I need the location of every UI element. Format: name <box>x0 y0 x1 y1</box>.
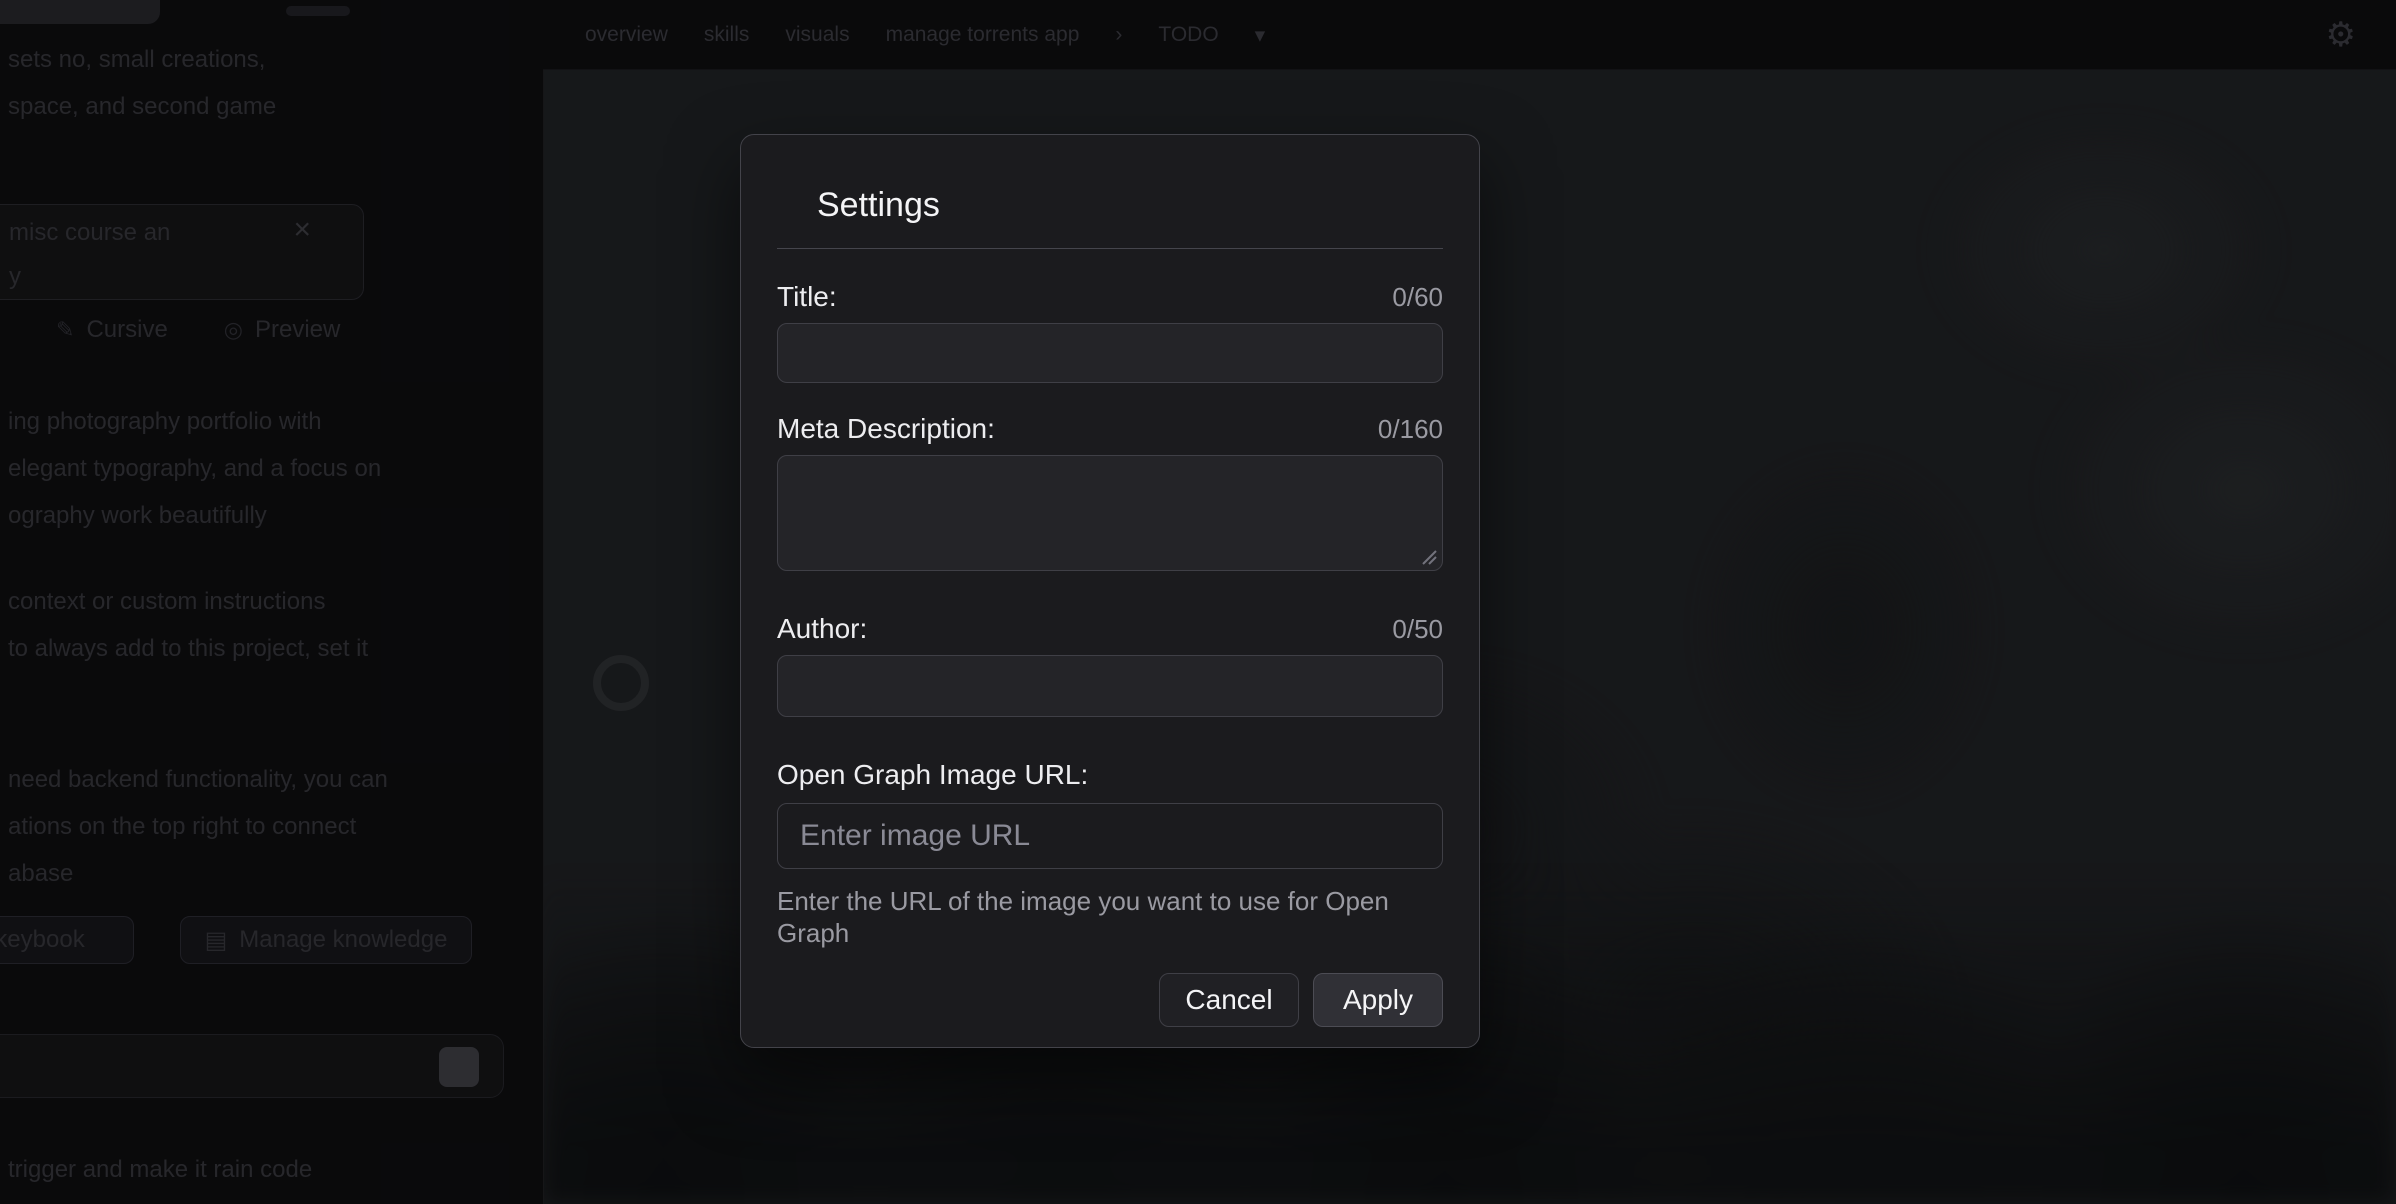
settings-dialog: Settings Title: 0/60 Meta Description: 0… <box>740 134 1480 1048</box>
app-window: sets no, small creations, space, and sec… <box>0 0 2396 1204</box>
og-image-url-helper: Enter the URL of the image you want to u… <box>777 885 1443 949</box>
meta-description-label: Meta Description: <box>777 413 995 445</box>
title-counter: 0/60 <box>1392 282 1443 313</box>
dialog-actions: Cancel Apply <box>777 973 1443 1027</box>
title-input[interactable] <box>777 323 1443 383</box>
meta-description-counter: 0/160 <box>1378 414 1443 445</box>
title-label: Title: <box>777 281 837 313</box>
author-input[interactable] <box>777 655 1443 717</box>
og-image-url-label: Open Graph Image URL: <box>777 759 1088 791</box>
dialog-divider <box>777 248 1443 249</box>
meta-description-textarea[interactable] <box>777 455 1443 571</box>
dialog-title: Settings <box>817 185 1443 226</box>
cancel-button[interactable]: Cancel <box>1159 973 1299 1027</box>
author-label: Author: <box>777 613 867 645</box>
apply-button[interactable]: Apply <box>1313 973 1443 1027</box>
author-counter: 0/50 <box>1392 614 1443 645</box>
og-image-url-input[interactable] <box>777 803 1443 869</box>
